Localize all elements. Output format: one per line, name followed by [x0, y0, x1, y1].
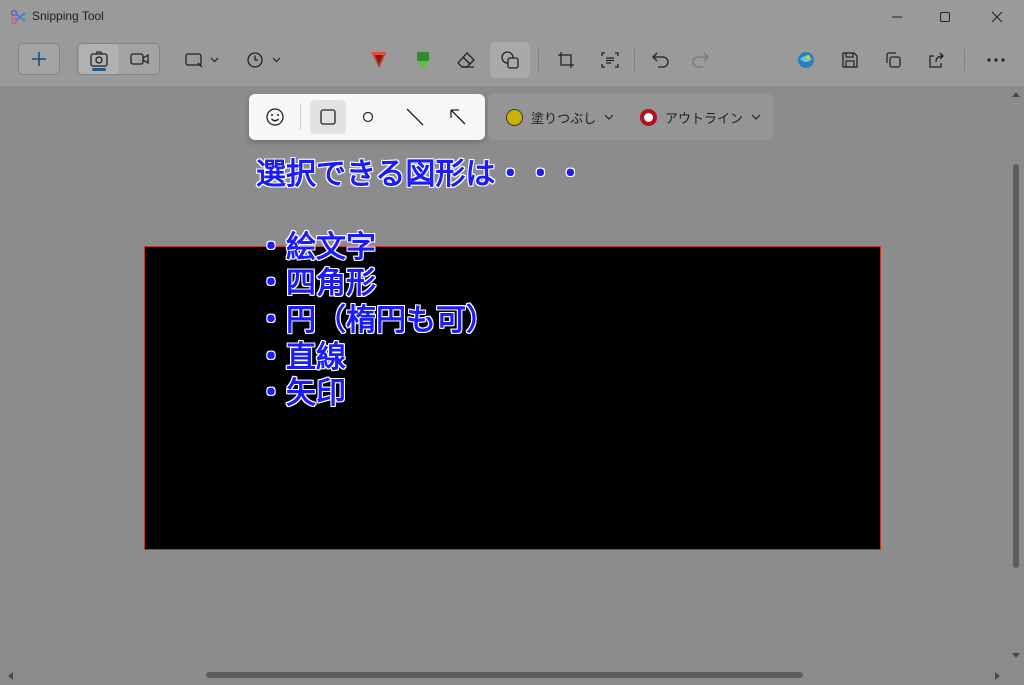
- outline-label: アウトライン: [665, 111, 744, 127]
- toolbar-divider: [634, 49, 635, 71]
- copy-icon: [886, 52, 901, 68]
- shape-options-bar: 塗りつぶし アウトライン: [488, 94, 774, 140]
- eraser-button[interactable]: [449, 44, 483, 76]
- rectangle-snip-icon: [185, 53, 219, 68]
- square-icon: [320, 109, 336, 125]
- clock-icon: [247, 52, 281, 68]
- highlighter-button[interactable]: [406, 44, 440, 76]
- emoji-icon: [266, 108, 284, 126]
- chevron-down-icon: [604, 114, 614, 120]
- toolbar-divider: [538, 49, 539, 71]
- save-icon: [842, 52, 858, 68]
- annotation-item: ・円（楕円も可）: [256, 303, 496, 338]
- camera-icon: [90, 51, 108, 67]
- chevron-down-icon: [751, 114, 761, 120]
- crop-button[interactable]: [550, 44, 582, 76]
- red-pen-icon: [372, 52, 386, 68]
- annotation-item: ・四角形: [256, 266, 376, 301]
- new-snip-button[interactable]: [18, 43, 60, 75]
- annotation-item: ・絵文字: [256, 230, 376, 265]
- fill-label: 塗りつぶし: [531, 111, 597, 127]
- horizontal-scroll-thumb[interactable]: [206, 672, 803, 678]
- captured-screenshot: [144, 246, 881, 550]
- copy-button[interactable]: [877, 44, 909, 76]
- paint-3d-button[interactable]: [790, 44, 822, 76]
- minimize-button[interactable]: [874, 0, 920, 34]
- delay-timer-dropdown[interactable]: [244, 46, 284, 74]
- line-icon: [406, 108, 424, 126]
- maximize-icon: [940, 12, 950, 22]
- scroll-down-arrow-icon[interactable]: [1011, 652, 1021, 660]
- window-title: Snipping Tool: [32, 9, 104, 23]
- video-camera-icon: [130, 53, 149, 65]
- outline-color-swatch: [640, 108, 657, 126]
- title-bar: Snipping Tool: [0, 0, 1024, 34]
- text-scan-icon: [601, 52, 619, 68]
- snip-shape-dropdown[interactable]: [182, 46, 222, 74]
- scroll-right-arrow-icon[interactable]: [994, 671, 1002, 681]
- vertical-scroll-thumb[interactable]: [1013, 164, 1019, 568]
- annotation-item: ・矢印: [256, 376, 346, 411]
- circle-icon: [362, 111, 374, 123]
- annotation-heading: 選択できる図形は・・・: [256, 157, 586, 192]
- rectangle-shape-button[interactable]: [310, 100, 346, 134]
- close-icon: [991, 11, 1003, 23]
- share-icon: [929, 52, 944, 68]
- capture-mode-group: [77, 43, 160, 75]
- eraser-icon: [457, 52, 475, 68]
- ballpoint-pen-button[interactable]: [362, 44, 396, 76]
- undo-button[interactable]: [645, 44, 677, 76]
- emoji-shape-button[interactable]: [257, 100, 293, 134]
- share-button[interactable]: [920, 44, 952, 76]
- minimize-icon: [892, 16, 902, 18]
- ellipsis-icon: [987, 58, 1005, 62]
- shapes-icon: [501, 51, 519, 69]
- save-button[interactable]: [834, 44, 866, 76]
- screenshot-mode-button[interactable]: [79, 44, 119, 74]
- redo-icon: [692, 52, 709, 68]
- fill-color-swatch: [506, 108, 523, 126]
- text-actions-button[interactable]: [594, 44, 626, 76]
- fill-dropdown[interactable]: 塗りつぶし: [506, 94, 614, 140]
- arrow-up-left-icon: [450, 109, 466, 125]
- line-shape-button[interactable]: [397, 100, 433, 134]
- more-options-button[interactable]: [980, 44, 1012, 76]
- maximize-button[interactable]: [922, 0, 968, 34]
- active-mode-indicator: [92, 68, 106, 71]
- circle-shape-button[interactable]: [350, 100, 386, 134]
- redo-button[interactable]: [684, 44, 716, 76]
- snipping-tool-icon: [10, 9, 26, 25]
- plus-icon: [32, 52, 46, 66]
- scroll-up-arrow-icon[interactable]: [1011, 90, 1021, 98]
- arrow-shape-button[interactable]: [440, 100, 476, 134]
- outline-dropdown[interactable]: アウトライン: [640, 94, 761, 140]
- toolbar-divider: [964, 49, 965, 71]
- undo-icon: [652, 52, 669, 68]
- popup-divider: [300, 104, 301, 130]
- annotation-item: ・直線: [256, 340, 346, 375]
- video-mode-button[interactable]: [120, 44, 160, 74]
- toolbar: [0, 34, 1024, 86]
- paint-3d-icon: [798, 52, 814, 68]
- shapes-button[interactable]: [490, 42, 530, 78]
- close-button[interactable]: [974, 0, 1020, 34]
- crop-icon: [558, 52, 574, 68]
- shapes-popup: [249, 94, 485, 140]
- green-highlighter-icon: [417, 52, 429, 68]
- scroll-left-arrow-icon[interactable]: [6, 671, 14, 681]
